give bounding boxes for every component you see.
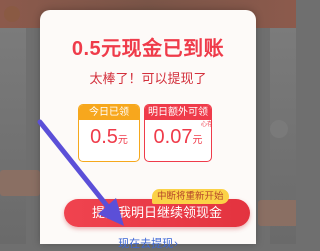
today-claimed-value: 0.5元 [79,126,139,149]
today-claimed-unit: 元 [117,135,128,146]
background-thumbnail [258,200,296,226]
tomorrow-extra-card: 明日额外可领 心存 0.07元 [144,104,212,162]
tomorrow-extra-unit: 元 [192,135,203,146]
withdraw-now-label: 现在去提现 [118,238,174,250]
today-claimed-card: 今日已领 0.5元 [78,104,140,162]
streak-warning-badge: 中断将重新开始 [152,189,229,204]
chevron-right-icon: › [174,238,178,250]
dialog-subtitle: 太棒了！可以提现了 [89,71,207,86]
background-left-panel [0,28,26,244]
dialog-title: 0.5元现金已到账 [71,38,225,60]
tomorrow-extra-value: 0.07元 [145,126,211,149]
today-claimed-label: 今日已领 [79,105,139,120]
background-avatar [270,120,288,138]
background-thumbnail [0,170,40,196]
today-claimed-amount: 0.5 [90,126,118,148]
tomorrow-extra-tag: 心存 [200,121,212,128]
background-avatar [4,6,20,22]
cash-reward-dialog: 0.5元现金已到账 太棒了！可以提现了 今日已领 0.5元 明日额外可领 心存 … [40,10,256,250]
withdraw-now-link[interactable]: 现在去提现› [40,235,256,251]
tomorrow-extra-label: 明日额外可领 [145,105,211,120]
tomorrow-extra-amount: 0.07 [153,126,193,148]
